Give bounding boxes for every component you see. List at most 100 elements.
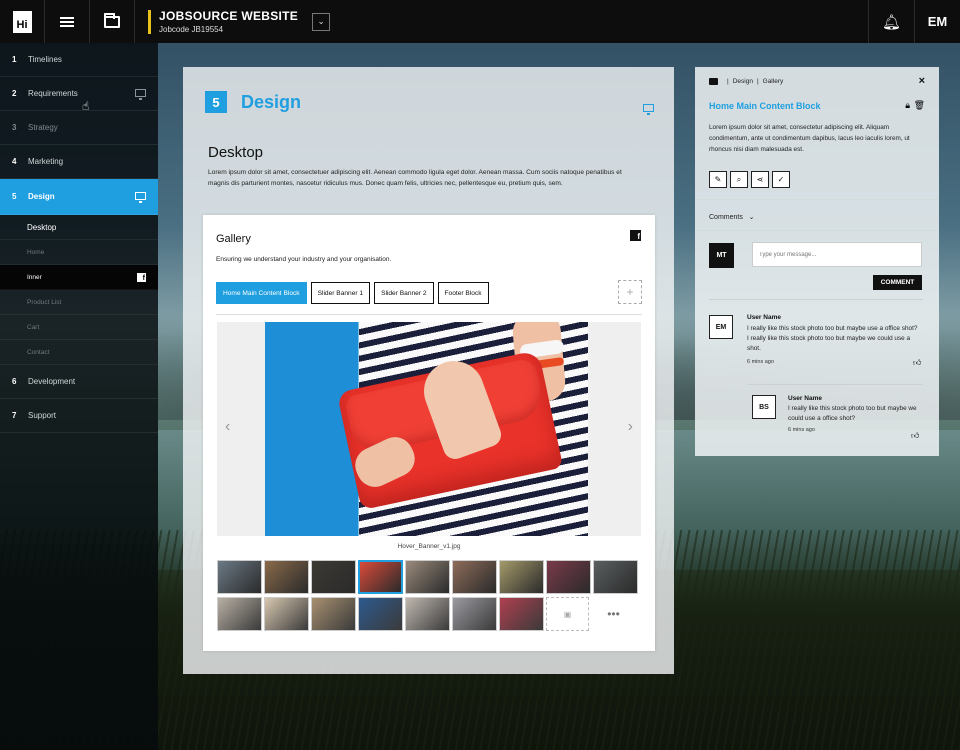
chevron-right-icon[interactable]: › xyxy=(628,418,633,436)
sidebar-subitem-cart[interactable]: Cart xyxy=(0,315,158,340)
sidebar-item-timelines[interactable]: 1 Timelines xyxy=(0,43,158,77)
breadcrumb-item[interactable]: Design xyxy=(733,78,753,85)
bell-icon: 🔔︎ xyxy=(881,13,902,31)
thumbnail-grid: ▣ ••• xyxy=(217,560,641,634)
share-button[interactable]: ⋖ xyxy=(751,171,769,188)
thumbnail[interactable] xyxy=(546,560,591,594)
thumbnail[interactable] xyxy=(358,597,403,631)
chevron-down-icon: ⌄ xyxy=(317,16,325,26)
sidebar-item-development[interactable]: 6 Development xyxy=(0,365,158,399)
section-title: Desktop xyxy=(208,144,264,161)
sidebar-item-support[interactable]: 7 Support xyxy=(0,399,158,433)
image-caption: Hover_Banner_v1.jpg xyxy=(397,543,461,550)
divider xyxy=(747,384,923,385)
plus-icon: + xyxy=(626,285,634,299)
thumbnail[interactable] xyxy=(452,597,497,631)
edit-button[interactable]: ✎ xyxy=(709,171,727,188)
add-tab-button[interactable]: + xyxy=(618,280,642,304)
design-panel: 5 Design Desktop Lorem ipsum dolor sit a… xyxy=(183,67,674,674)
thumbnail[interactable] xyxy=(405,597,450,631)
lock-icon[interactable]: 🔒︎ xyxy=(905,100,910,111)
logo-cell[interactable]: Hi xyxy=(0,0,45,43)
hamburger-icon xyxy=(60,15,74,29)
chevron-down-icon: ⌄ xyxy=(744,214,755,221)
project-title: JOBSOURCE WEBSITE xyxy=(159,9,299,23)
more-icon[interactable]: ••• xyxy=(591,597,636,631)
menu-button[interactable] xyxy=(45,0,90,43)
search-button[interactable]: ⌕ xyxy=(730,171,748,188)
tab-home-main-content-block[interactable]: Home Main Content Block xyxy=(216,282,307,304)
sidebar-item-marketing[interactable]: 4 Marketing xyxy=(0,145,158,179)
folder-button[interactable] xyxy=(90,0,135,43)
sidebar-item-requirements[interactable]: 2 Requirements xyxy=(0,77,158,111)
thumbnail[interactable] xyxy=(264,560,309,594)
chevron-left-icon[interactable]: ‹ xyxy=(225,418,230,436)
user-menu-button[interactable]: EM xyxy=(914,0,960,43)
block-description: Lorem ipsum dolor sit amet, consectetur … xyxy=(709,124,910,154)
notifications-button[interactable]: 🔔︎ xyxy=(868,0,914,43)
comment-text: I really like this stock photo too but m… xyxy=(747,325,918,352)
thumbnail[interactable] xyxy=(311,560,356,594)
sidebar-subitem-inner[interactable]: Inner f xyxy=(0,265,158,290)
tab-slider-banner-2[interactable]: Slider Banner 2 xyxy=(374,282,434,304)
gallery-tabs: Home Main Content Block Slider Banner 1 … xyxy=(216,282,489,304)
project-marker xyxy=(148,9,151,34)
comment-author: User Name xyxy=(747,314,781,321)
nav-label: Marketing xyxy=(28,157,64,166)
sidebar-subitem-contact[interactable]: Contact xyxy=(0,340,158,365)
comment-input[interactable] xyxy=(752,242,922,267)
tab-footer-block[interactable]: Footer Block xyxy=(437,282,489,304)
thumbnail[interactable] xyxy=(452,560,497,594)
thumbs-up-icon[interactable]: 👍︎ xyxy=(913,358,921,368)
trash-icon[interactable]: 🗑︎ xyxy=(914,100,925,111)
section-description: Lorem ipsum dolor sit amet, consectetuer… xyxy=(208,169,622,187)
share-icon: ⋖ xyxy=(756,175,764,184)
comments-toggle[interactable]: Comments ⌄ xyxy=(709,213,755,221)
comments-label: Comments xyxy=(709,214,743,221)
sidebar: 1 Timelines 2 Requirements 3 Strategy 4 … xyxy=(0,43,158,750)
folder-icon xyxy=(104,12,120,28)
nav-number: 3 xyxy=(12,123,17,132)
sidebar-subitem-product-list[interactable]: Product List xyxy=(0,290,158,315)
monitor-icon[interactable] xyxy=(643,99,654,117)
divider xyxy=(709,299,923,300)
nav-number: 6 xyxy=(12,377,17,386)
thumbs-up-icon[interactable]: 👍︎ xyxy=(911,431,919,441)
page-title: Design xyxy=(241,91,302,112)
comment-button[interactable]: COMMENT xyxy=(873,275,922,290)
nav-label: Timelines xyxy=(28,55,62,64)
search-icon: ⌕ xyxy=(736,174,742,184)
sidebar-item-design[interactable]: 5 Design xyxy=(0,179,158,215)
thumbnail[interactable] xyxy=(405,560,450,594)
project-jobcode: Jobcode JB19554 xyxy=(159,25,224,34)
user-initials: EM xyxy=(927,14,948,29)
image-icon: ▣ xyxy=(563,609,572,619)
thumbnail[interactable] xyxy=(311,597,356,631)
sidebar-subitem-desktop[interactable]: Desktop xyxy=(0,215,158,240)
block-title: Home Main Content Block xyxy=(709,101,821,111)
thumbnail[interactable] xyxy=(217,597,262,631)
thumbnail[interactable] xyxy=(499,597,544,631)
divider xyxy=(695,230,939,231)
project-dropdown-button[interactable]: ⌄ xyxy=(312,12,331,31)
sidebar-item-strategy[interactable]: 3 Strategy xyxy=(0,111,158,145)
folder-icon[interactable] xyxy=(709,78,718,85)
close-icon[interactable]: × xyxy=(919,75,925,87)
thumbnail[interactable] xyxy=(358,560,403,594)
avatar: MT xyxy=(709,243,734,268)
block-toolbar: ✎ ⌕ ⋖ ✓ xyxy=(709,171,790,188)
thumbnail[interactable] xyxy=(593,560,638,594)
app-logo[interactable]: Hi xyxy=(12,10,32,33)
tab-slider-banner-1[interactable]: Slider Banner 1 xyxy=(310,282,371,304)
facebook-icon[interactable]: f xyxy=(630,230,641,241)
breadcrumb-item[interactable]: Gallery xyxy=(763,78,784,85)
thumbnail[interactable] xyxy=(264,597,309,631)
thumbnail[interactable] xyxy=(499,560,544,594)
add-image-button[interactable]: ▣ xyxy=(546,597,589,631)
thumbnail[interactable] xyxy=(217,560,262,594)
sidebar-subitem-home[interactable]: Home xyxy=(0,240,158,265)
avatar: BS xyxy=(752,395,776,419)
gallery-subtitle: Ensuring we understand your industry and… xyxy=(216,256,392,263)
nav-label: Development xyxy=(28,377,76,386)
approve-button[interactable]: ✓ xyxy=(772,171,790,188)
